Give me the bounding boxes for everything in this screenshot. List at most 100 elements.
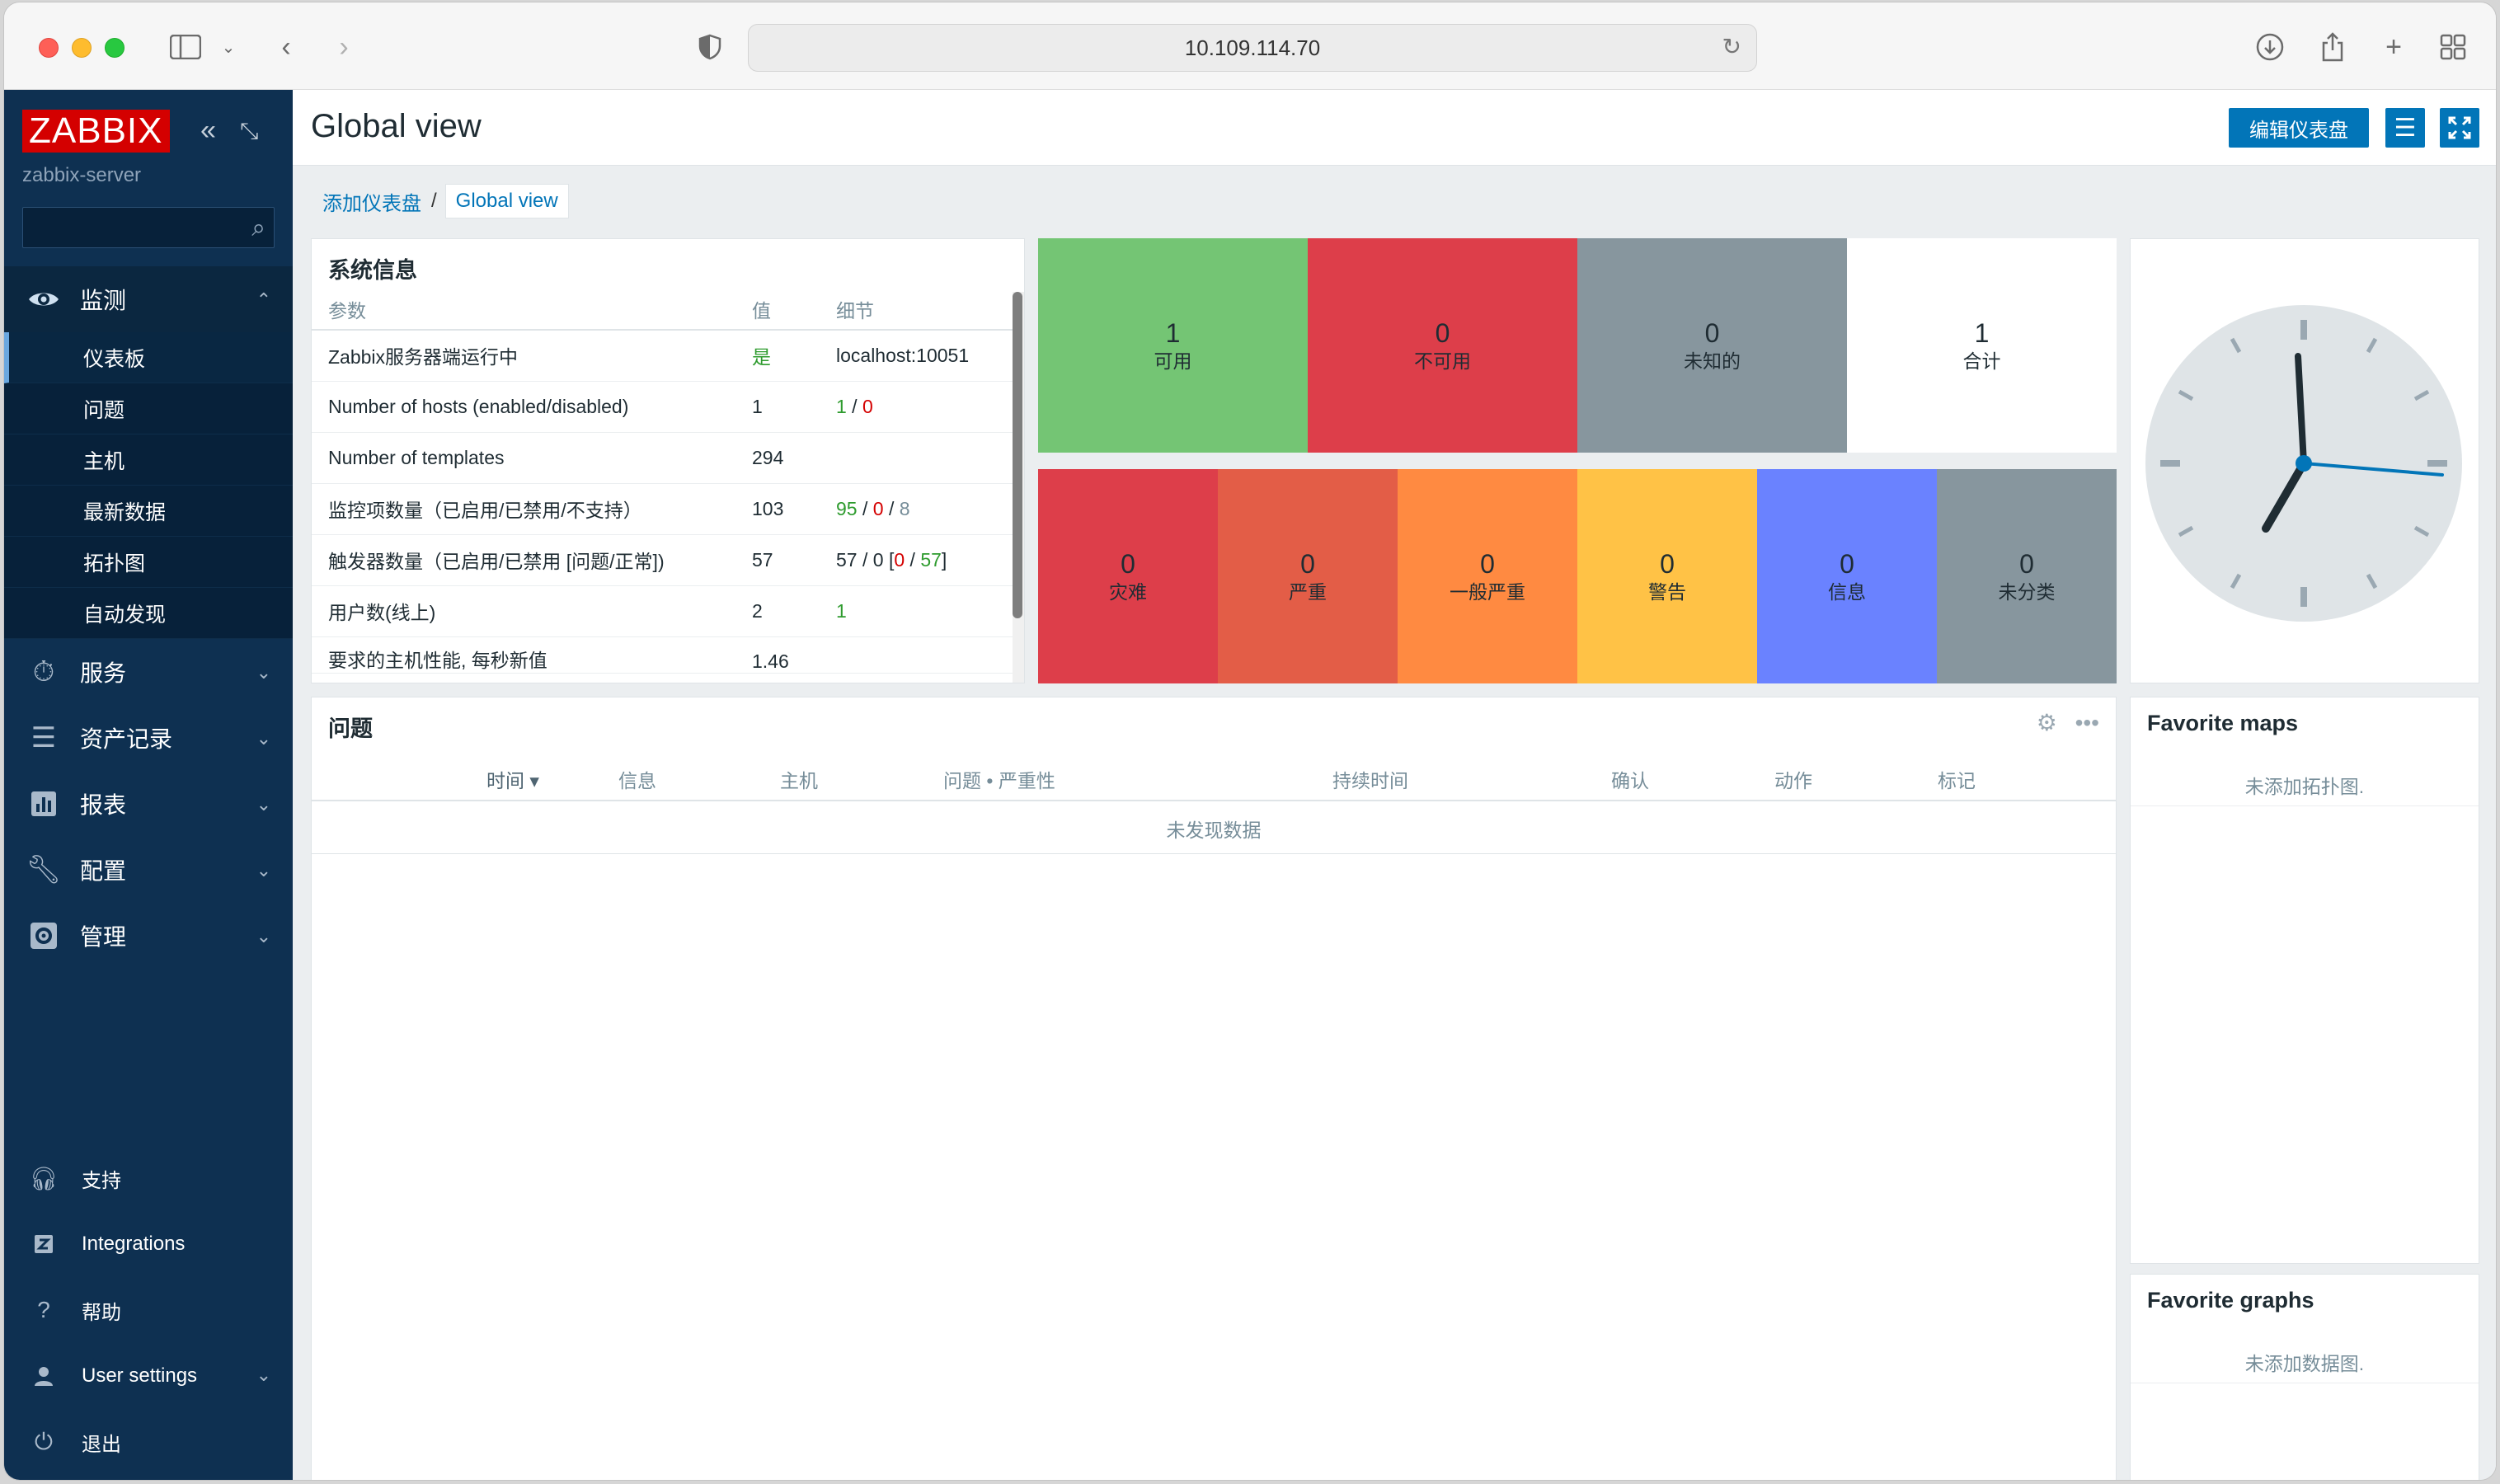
widget-settings-gear-icon[interactable]: ⚙	[2037, 710, 2057, 735]
widget-title: Favorite graphs	[2147, 1288, 2314, 1313]
browser-toolbar: ⌄ ‹ › 10.109.114.70 ↻ +	[4, 2, 2496, 90]
gear-icon	[27, 919, 60, 952]
widget-title: 系统信息	[328, 258, 417, 283]
scrollbar-thumb[interactable]	[1013, 292, 1022, 618]
severity-high-tile[interactable]: 0 严重	[1218, 469, 1398, 683]
table-row: Number of templates 294	[312, 432, 1013, 484]
page-title: Global view	[311, 108, 482, 144]
widget-tools: ⚙ •••	[2037, 709, 2099, 736]
submenu-discovery[interactable]: 自动发现	[4, 588, 293, 639]
submenu-dashboard[interactable]: 仪表板	[4, 332, 293, 383]
column-header-info: 信息	[618, 770, 656, 791]
reload-icon[interactable]: ↻	[1722, 33, 1741, 60]
submenu-latest-data[interactable]: 最新数据	[4, 486, 293, 537]
page-header: Global view 编辑仪表盘 ☰	[293, 90, 2496, 166]
table-row: 监控项数量（已启用/已禁用/不支持） 103 95 / 0 / 8	[312, 483, 1013, 535]
shield-icon[interactable]	[690, 27, 730, 67]
menu-administration[interactable]: 管理 ⌄	[4, 903, 293, 969]
chart-icon	[27, 787, 60, 820]
menu-support[interactable]: 🎧︎ 支持	[4, 1145, 293, 1211]
stopwatch-icon: ⏱	[32, 655, 55, 688]
menu-label: 支持	[82, 1169, 121, 1192]
clock-widget	[2130, 238, 2479, 683]
tile-label: 严重	[1289, 581, 1327, 603]
details-cell: localhost:10051	[820, 330, 1013, 382]
column-header-problem-severity: 问题 • 严重性	[943, 770, 1055, 791]
severity-average-tile[interactable]: 0 一般严重	[1398, 469, 1577, 683]
param-cell: 要求的主机性能, 每秒新值	[312, 636, 735, 674]
chevron-down-icon: ⌄	[256, 662, 271, 683]
tile-count: 0	[1704, 318, 1720, 348]
zabbix-logo[interactable]: ZABBIX	[22, 110, 170, 153]
host-total-tile[interactable]: 1 合计	[1847, 238, 2117, 453]
submenu-maps[interactable]: 拓扑图	[4, 537, 293, 588]
url-text: 10.109.114.70	[1184, 35, 1321, 60]
no-maps-message: 未添加拓扑图.	[2131, 763, 2479, 806]
tile-count: 0	[1121, 549, 1135, 579]
wrench-icon: 🔧︎	[26, 854, 62, 885]
clock-face	[2145, 305, 2462, 622]
fullscreen-icon[interactable]	[2440, 108, 2479, 148]
user-icon	[29, 1361, 59, 1391]
chevron-down-icon[interactable]: ⌄	[209, 27, 248, 67]
table-row: Zabbix服务器端运行中 是 localhost:10051	[312, 330, 1013, 382]
menu-help[interactable]: ? 帮助	[4, 1277, 293, 1343]
severity-disaster-tile[interactable]: 0 灾难	[1038, 469, 1218, 683]
column-header-time[interactable]: 时间 ▾	[486, 765, 539, 793]
menu-integrations[interactable]: Integrations	[4, 1211, 293, 1277]
breadcrumb-parent-link[interactable]: 添加仪表盘	[312, 187, 431, 216]
severity-not-classified-tile[interactable]: 0 未分类	[1937, 469, 2117, 683]
host-unknown-tile[interactable]: 0 未知的	[1577, 238, 1847, 453]
widget-title: Favorite maps	[2147, 711, 2299, 735]
minimize-window-button[interactable]	[72, 38, 92, 58]
download-icon[interactable]	[2250, 27, 2290, 67]
host-available-tile[interactable]: 1 可用	[1038, 238, 1308, 453]
menu-services[interactable]: ⏱ 服务 ⌄	[4, 639, 293, 705]
table-header-row: 参数 值 细节	[312, 289, 1013, 331]
submenu-problems[interactable]: 问题	[4, 383, 293, 434]
severity-information-tile[interactable]: 0 信息	[1757, 469, 1937, 683]
menu-label: 管理	[80, 924, 127, 950]
forward-icon[interactable]: ›	[324, 27, 364, 67]
value-cell: 1	[735, 381, 820, 433]
breadcrumb: 添加仪表盘 / Global view	[312, 184, 569, 218]
menu-user-settings[interactable]: User settings ⌄	[4, 1343, 293, 1409]
back-icon[interactable]: ‹	[266, 27, 306, 67]
new-tab-icon[interactable]: +	[2374, 27, 2413, 67]
submenu-hosts[interactable]: 主机	[4, 434, 293, 486]
edit-dashboard-button[interactable]: 编辑仪表盘	[2229, 108, 2369, 148]
details-cell	[820, 432, 1013, 484]
zoom-window-button[interactable]	[105, 38, 125, 58]
close-window-button[interactable]	[39, 38, 59, 58]
menu-sign-out[interactable]: ⏻ 退出	[4, 1409, 293, 1475]
widget-more-icon[interactable]: •••	[2075, 710, 2099, 735]
value-cell: 是	[735, 330, 820, 382]
tile-label: 未分类	[1998, 581, 2056, 603]
tile-label: 可用	[1154, 350, 1192, 372]
sidebar-toggle-icon[interactable]	[166, 27, 205, 67]
eye-icon	[27, 283, 60, 316]
breadcrumb-separator: /	[431, 190, 437, 212]
menu-monitoring[interactable]: 监测 ⌃	[4, 266, 293, 332]
search-icon[interactable]: ⌕	[251, 214, 266, 242]
menu-label: 退出	[82, 1433, 121, 1456]
menu-label: 资产记录	[80, 726, 173, 752]
menu-configuration[interactable]: 🔧︎ 配置 ⌄	[4, 837, 293, 903]
menu-reports[interactable]: 报表 ⌄	[4, 771, 293, 837]
menu-inventory[interactable]: ☰ 资产记录 ⌄	[4, 705, 293, 771]
tab-overview-icon[interactable]	[2433, 27, 2473, 67]
param-cell: 触发器数量（已启用/已禁用 [问题/正常])	[312, 534, 735, 586]
share-icon[interactable]	[2313, 27, 2352, 67]
value-cell: 57	[735, 534, 820, 586]
severity-warning-tile[interactable]: 0 警告	[1577, 469, 1757, 683]
favorite-graphs-widget: Favorite graphs 未添加数据图.	[2130, 1274, 2479, 1480]
address-bar[interactable]: 10.109.114.70 ↻	[748, 24, 1757, 72]
column-header: 值	[735, 289, 820, 331]
sidebar-search-input[interactable]: ⌕	[22, 207, 275, 248]
menu-button[interactable]: ☰	[2385, 108, 2425, 148]
hide-sidebar-icon[interactable]: ⤡	[240, 118, 258, 145]
collapse-sidebar-icon[interactable]: «	[200, 115, 216, 147]
chevron-up-icon: ⌃	[256, 289, 271, 310]
host-unavailable-tile[interactable]: 0 不可用	[1308, 238, 1577, 453]
breadcrumb-current[interactable]: Global view	[444, 184, 569, 218]
